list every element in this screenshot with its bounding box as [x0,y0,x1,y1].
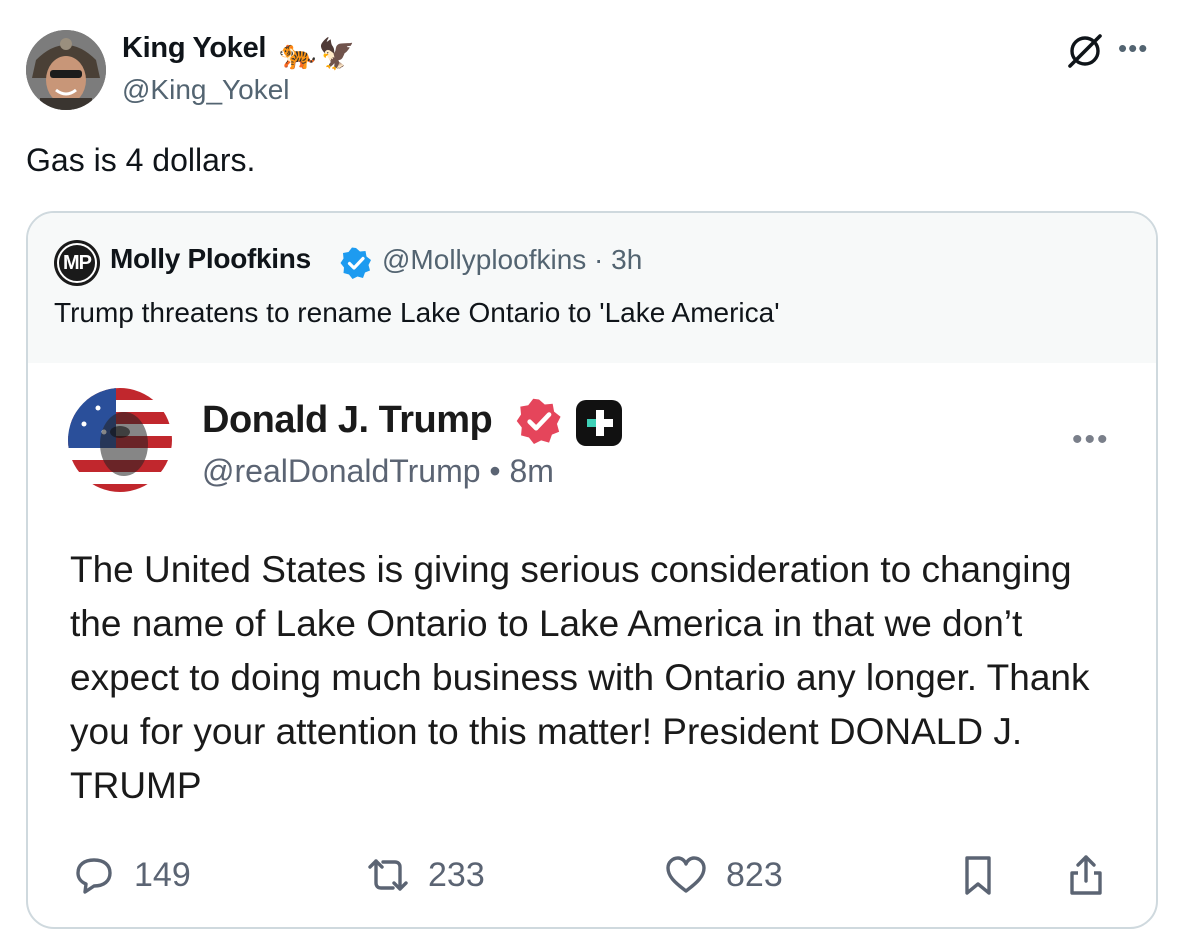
verified-badge-icon [340,247,372,279]
like-action: 823 [664,853,783,897]
share-action [1064,853,1108,897]
tweet-text: Gas is 4 dollars. [26,142,256,178]
truth-verified-icon [516,398,562,444]
grok-icon[interactable] [1064,30,1106,72]
quote-text: Trump threatens to rename Lake Ontario t… [54,297,780,328]
quote-handle-time[interactable]: @Mollyploofkins · 3h [382,244,642,276]
more-icon[interactable]: ••• [1118,33,1148,64]
heart-icon [666,856,706,893]
quote-author-avatar[interactable]: MP [54,240,100,286]
share-icon [1070,855,1102,895]
quote-header [28,213,1156,363]
avatar-image [26,30,106,110]
bookmark-icon [965,856,991,895]
reply-count: 149 [134,855,191,894]
reply-icon [76,858,112,894]
author-name[interactable]: King Yokel [122,32,266,65]
author-emoji: 🐅 🦅 [279,34,356,74]
quote-tweet-card[interactable]: MP Molly Ploofkins @Mollyploofkins · 3h … [26,211,1158,929]
bookmark-action [956,853,1000,897]
avatar-initials: MP [63,251,92,274]
repost-icon [368,859,408,891]
reply-action: 149 [72,853,191,897]
truth-plus-icon [576,400,622,446]
like-count: 823 [726,855,783,894]
repost-count: 233 [428,855,485,894]
embedded-author-avatar [68,388,172,492]
embedded-post-body: The United States is giving serious cons… [70,549,1090,806]
embedded-handle-time: @realDonaldTrump • 8m [202,453,554,489]
embedded-author-name: Donald J. Trump [202,399,493,441]
repost-action: 233 [366,853,485,897]
embedded-more-icon: ••• [1072,423,1110,456]
eagle-emoji: 🦅 [318,37,356,71]
quote-author-name[interactable]: Molly Ploofkins [110,243,311,275]
author-handle[interactable]: @King_Yokel [122,74,290,106]
author-avatar[interactable] [26,30,106,110]
tiger-emoji: 🐅 [279,37,317,71]
